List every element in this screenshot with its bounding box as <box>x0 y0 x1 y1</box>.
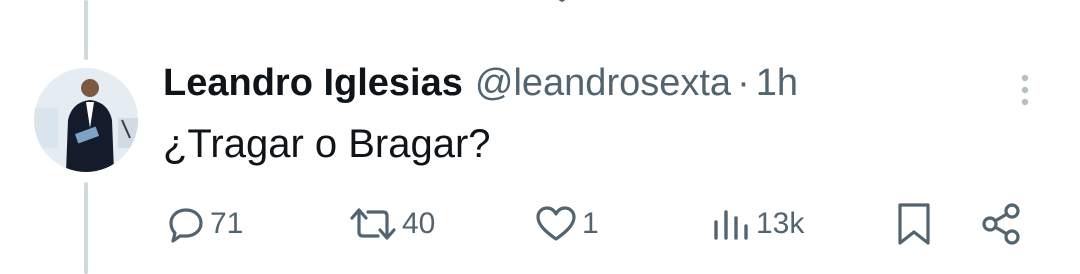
share-button[interactable] <box>980 200 1024 248</box>
retweet-icon[interactable] <box>350 0 394 12</box>
like-count: 1 <box>582 207 599 240</box>
separator-dot: · <box>737 62 750 104</box>
reply-icon <box>169 208 203 243</box>
like-icon[interactable] <box>540 0 584 12</box>
thread-line-bottom <box>84 182 88 274</box>
avatar-photo <box>34 68 138 172</box>
previous-tweet-actions <box>150 0 1050 12</box>
reply-count: 71 <box>210 207 244 240</box>
share-icon <box>982 203 1020 245</box>
bookmark-button[interactable] <box>894 200 934 248</box>
share-icon[interactable] <box>1006 0 1046 12</box>
retweet-icon <box>350 208 396 240</box>
bookmark-icon[interactable] <box>896 0 936 12</box>
tweet-text: ¿Tragar o Bragar? <box>163 122 491 166</box>
bookmark-icon <box>898 203 930 245</box>
views-count: 13k <box>756 207 805 240</box>
thread-line-top <box>84 0 88 60</box>
reply-button[interactable]: 71 <box>166 200 243 248</box>
author-handle[interactable]: @leandrosexta <box>475 62 731 105</box>
avatar[interactable] <box>34 68 138 172</box>
views-button[interactable]: 13k <box>712 200 804 248</box>
like-button[interactable]: 1 <box>534 200 599 248</box>
tweet-header: Leandro Iglesias @leandrosexta · 1h <box>163 62 798 114</box>
views-icon <box>714 210 748 240</box>
retweet-button[interactable]: 40 <box>348 200 435 248</box>
like-icon <box>536 206 576 241</box>
reply-icon[interactable] <box>172 0 212 12</box>
more-options-icon[interactable] <box>1010 72 1040 108</box>
tweet-time[interactable]: 1h <box>756 62 798 105</box>
author-name[interactable]: Leandro Iglesias <box>163 62 463 105</box>
views-icon[interactable] <box>710 0 750 12</box>
retweet-count: 40 <box>402 207 436 240</box>
